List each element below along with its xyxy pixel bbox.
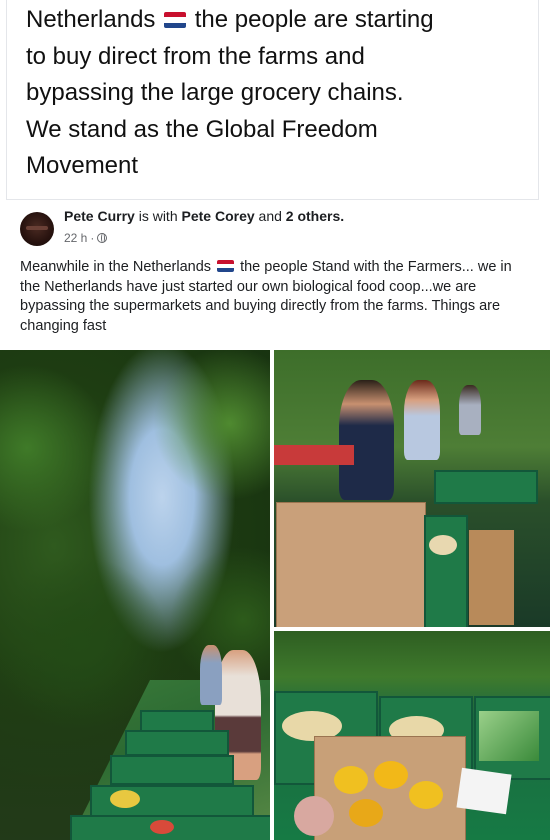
produce xyxy=(349,799,383,827)
card-border-right xyxy=(538,0,539,200)
caption-line1-b: the people are starting xyxy=(194,6,434,33)
and-text: and xyxy=(258,208,282,224)
caption-line1-a: Netherlands xyxy=(26,6,156,33)
photo-forest-path-crates[interactable] xyxy=(0,350,270,840)
avatar[interactable] xyxy=(20,212,54,246)
crate xyxy=(125,730,229,756)
caption-card: Netherlands the people are starting to b… xyxy=(0,0,556,200)
card-border-left xyxy=(6,0,7,200)
crate xyxy=(434,470,538,504)
produce xyxy=(429,535,457,555)
person-figure xyxy=(339,380,394,500)
post-time[interactable]: 22 h xyxy=(64,231,87,245)
tagged-name-link[interactable]: Pete Corey xyxy=(182,208,255,224)
post-text: Meanwhile in the Netherlands the people … xyxy=(20,258,535,336)
post-header: Pete Curry is with Pete Corey and 2 othe… xyxy=(64,208,344,224)
produce xyxy=(150,820,174,834)
netherlands-flag-icon xyxy=(217,260,235,272)
caption-line4: We stand as the Global Freedom xyxy=(26,115,378,143)
caption-line2: to buy direct from the farms and xyxy=(26,42,365,70)
produce xyxy=(334,766,368,794)
produce xyxy=(110,790,140,808)
crate xyxy=(140,710,214,732)
person-figure xyxy=(459,385,481,435)
meta-separator: · xyxy=(90,231,95,245)
produce xyxy=(294,796,334,836)
photo-produce-crates[interactable] xyxy=(274,631,550,840)
card-border-bottom xyxy=(6,199,539,200)
produce xyxy=(409,781,443,809)
others-link[interactable]: 2 others. xyxy=(286,208,344,224)
globe-icon[interactable] xyxy=(97,233,108,243)
post-text-part1: Meanwhile in the Netherlands xyxy=(20,259,212,275)
crate xyxy=(424,515,468,627)
caption-line5: Movement xyxy=(26,152,139,179)
netherlands-flag-icon xyxy=(164,12,187,28)
with-text: is with xyxy=(138,208,178,224)
author-name-link[interactable]: Pete Curry xyxy=(64,208,135,224)
photo-market-table[interactable] xyxy=(274,350,550,627)
paper-note xyxy=(456,767,512,815)
post-meta: 22 h · xyxy=(64,231,108,245)
wood-crate xyxy=(469,530,514,625)
produce xyxy=(374,761,408,789)
caption-text: Netherlands the people are starting to b… xyxy=(26,2,526,185)
table-cloth xyxy=(274,445,354,465)
leek-bundle xyxy=(479,711,539,761)
caption-line3: bypassing the large grocery chains. xyxy=(26,79,404,106)
person-figure xyxy=(404,380,440,460)
paper-bag xyxy=(276,502,426,627)
crate xyxy=(110,755,234,785)
person-figure xyxy=(200,645,222,705)
